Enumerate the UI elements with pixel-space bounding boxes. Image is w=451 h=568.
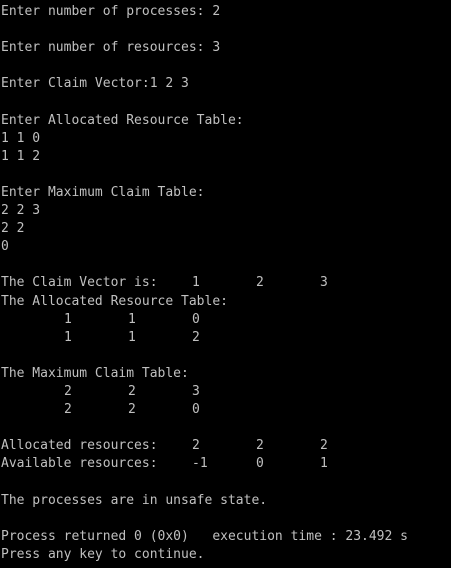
maximum-table-row: 2 2 0 xyxy=(0,401,451,419)
prompt-maximum: Enter Maximum Claim Table: xyxy=(1,184,205,200)
allocated-table-label: The Allocated Resource Table: xyxy=(1,293,228,309)
prompt-claim-vector: Enter Claim Vector:1 2 3 xyxy=(1,76,189,92)
table-cell: 2 xyxy=(128,383,136,399)
table-cell: 0 xyxy=(192,311,200,327)
available-resource-value: 0 xyxy=(256,456,264,472)
console-line: 2 2 3 xyxy=(0,202,451,220)
console-line: Process returned 0 (0x0) execution time … xyxy=(0,528,451,546)
prompt-resources: Enter number of resources: 3 xyxy=(1,40,221,56)
maximum-table-row: 2 2 3 xyxy=(0,383,451,401)
console-line: Enter number of processes: 2 xyxy=(0,3,451,21)
table-cell: 3 xyxy=(192,383,200,399)
table-cell: 2 xyxy=(64,402,72,418)
console-line: Enter Maximum Claim Table: xyxy=(0,184,451,202)
input-allocated-row: 1 1 2 xyxy=(1,148,41,164)
console-line: Enter number of resources: 3 xyxy=(0,39,451,57)
available-resources-label: Available resources: xyxy=(1,456,158,472)
allocated-resources-line: Allocated resources: 2 2 2 xyxy=(0,437,451,455)
allocated-resource-value: 2 xyxy=(256,438,264,454)
available-resources-line: Available resources: -1 0 1 xyxy=(0,455,451,473)
input-maximum-row: 0 xyxy=(1,239,9,255)
console-line: Press any key to continue. xyxy=(0,546,451,564)
console-line: The Maximum Claim Table: xyxy=(0,365,451,383)
allocated-resource-value: 2 xyxy=(320,438,328,454)
table-cell: 2 xyxy=(192,329,200,345)
console-line: Enter Claim Vector:1 2 3 xyxy=(0,75,451,93)
table-cell: 1 xyxy=(64,329,72,345)
table-cell: 2 xyxy=(64,383,72,399)
console-line: The Allocated Resource Table: xyxy=(0,293,451,311)
input-maximum-row: 2 2 xyxy=(1,221,25,237)
table-cell: 1 xyxy=(128,329,136,345)
process-returned: Process returned 0 (0x0) execution time … xyxy=(1,528,408,544)
prompt-allocated: Enter Allocated Resource Table: xyxy=(1,112,244,128)
table-cell: 2 xyxy=(128,402,136,418)
state-message: The processes are in unsafe state. xyxy=(1,492,268,508)
console-line: 1 1 2 xyxy=(0,148,451,166)
console-line: 0 xyxy=(0,238,451,256)
input-allocated-row: 1 1 0 xyxy=(1,130,41,146)
available-resource-value: 1 xyxy=(320,456,328,472)
input-maximum-row: 2 2 3 xyxy=(1,203,41,219)
console-window[interactable]: Enter number of processes: 2 Enter numbe… xyxy=(0,0,451,568)
console-line: 1 1 0 xyxy=(0,130,451,148)
maximum-table-label: The Maximum Claim Table: xyxy=(1,365,189,381)
allocated-table-row: 1 1 2 xyxy=(0,329,451,347)
table-cell: 1 xyxy=(128,311,136,327)
claim-vector-line: The Claim Vector is: 1 2 3 xyxy=(0,274,451,292)
table-cell: 1 xyxy=(64,311,72,327)
allocated-table-row: 1 1 0 xyxy=(0,311,451,329)
available-resource-value: -1 xyxy=(192,456,208,472)
allocated-resource-value: 2 xyxy=(192,438,200,454)
claim-vector-value: 2 xyxy=(256,275,264,291)
claim-vector-value: 1 xyxy=(192,275,200,291)
allocated-resources-label: Allocated resources: xyxy=(1,438,158,454)
console-line: The processes are in unsafe state. xyxy=(0,492,451,510)
press-key-prompt: Press any key to continue. xyxy=(1,546,205,562)
prompt-processes: Enter number of processes: 2 xyxy=(1,4,221,19)
table-cell: 0 xyxy=(192,402,200,418)
console-line: Enter Allocated Resource Table: xyxy=(0,112,451,130)
claim-vector-value: 3 xyxy=(320,275,328,291)
console-line: 2 2 xyxy=(0,220,451,238)
claim-vector-label: The Claim Vector is: xyxy=(1,275,158,291)
